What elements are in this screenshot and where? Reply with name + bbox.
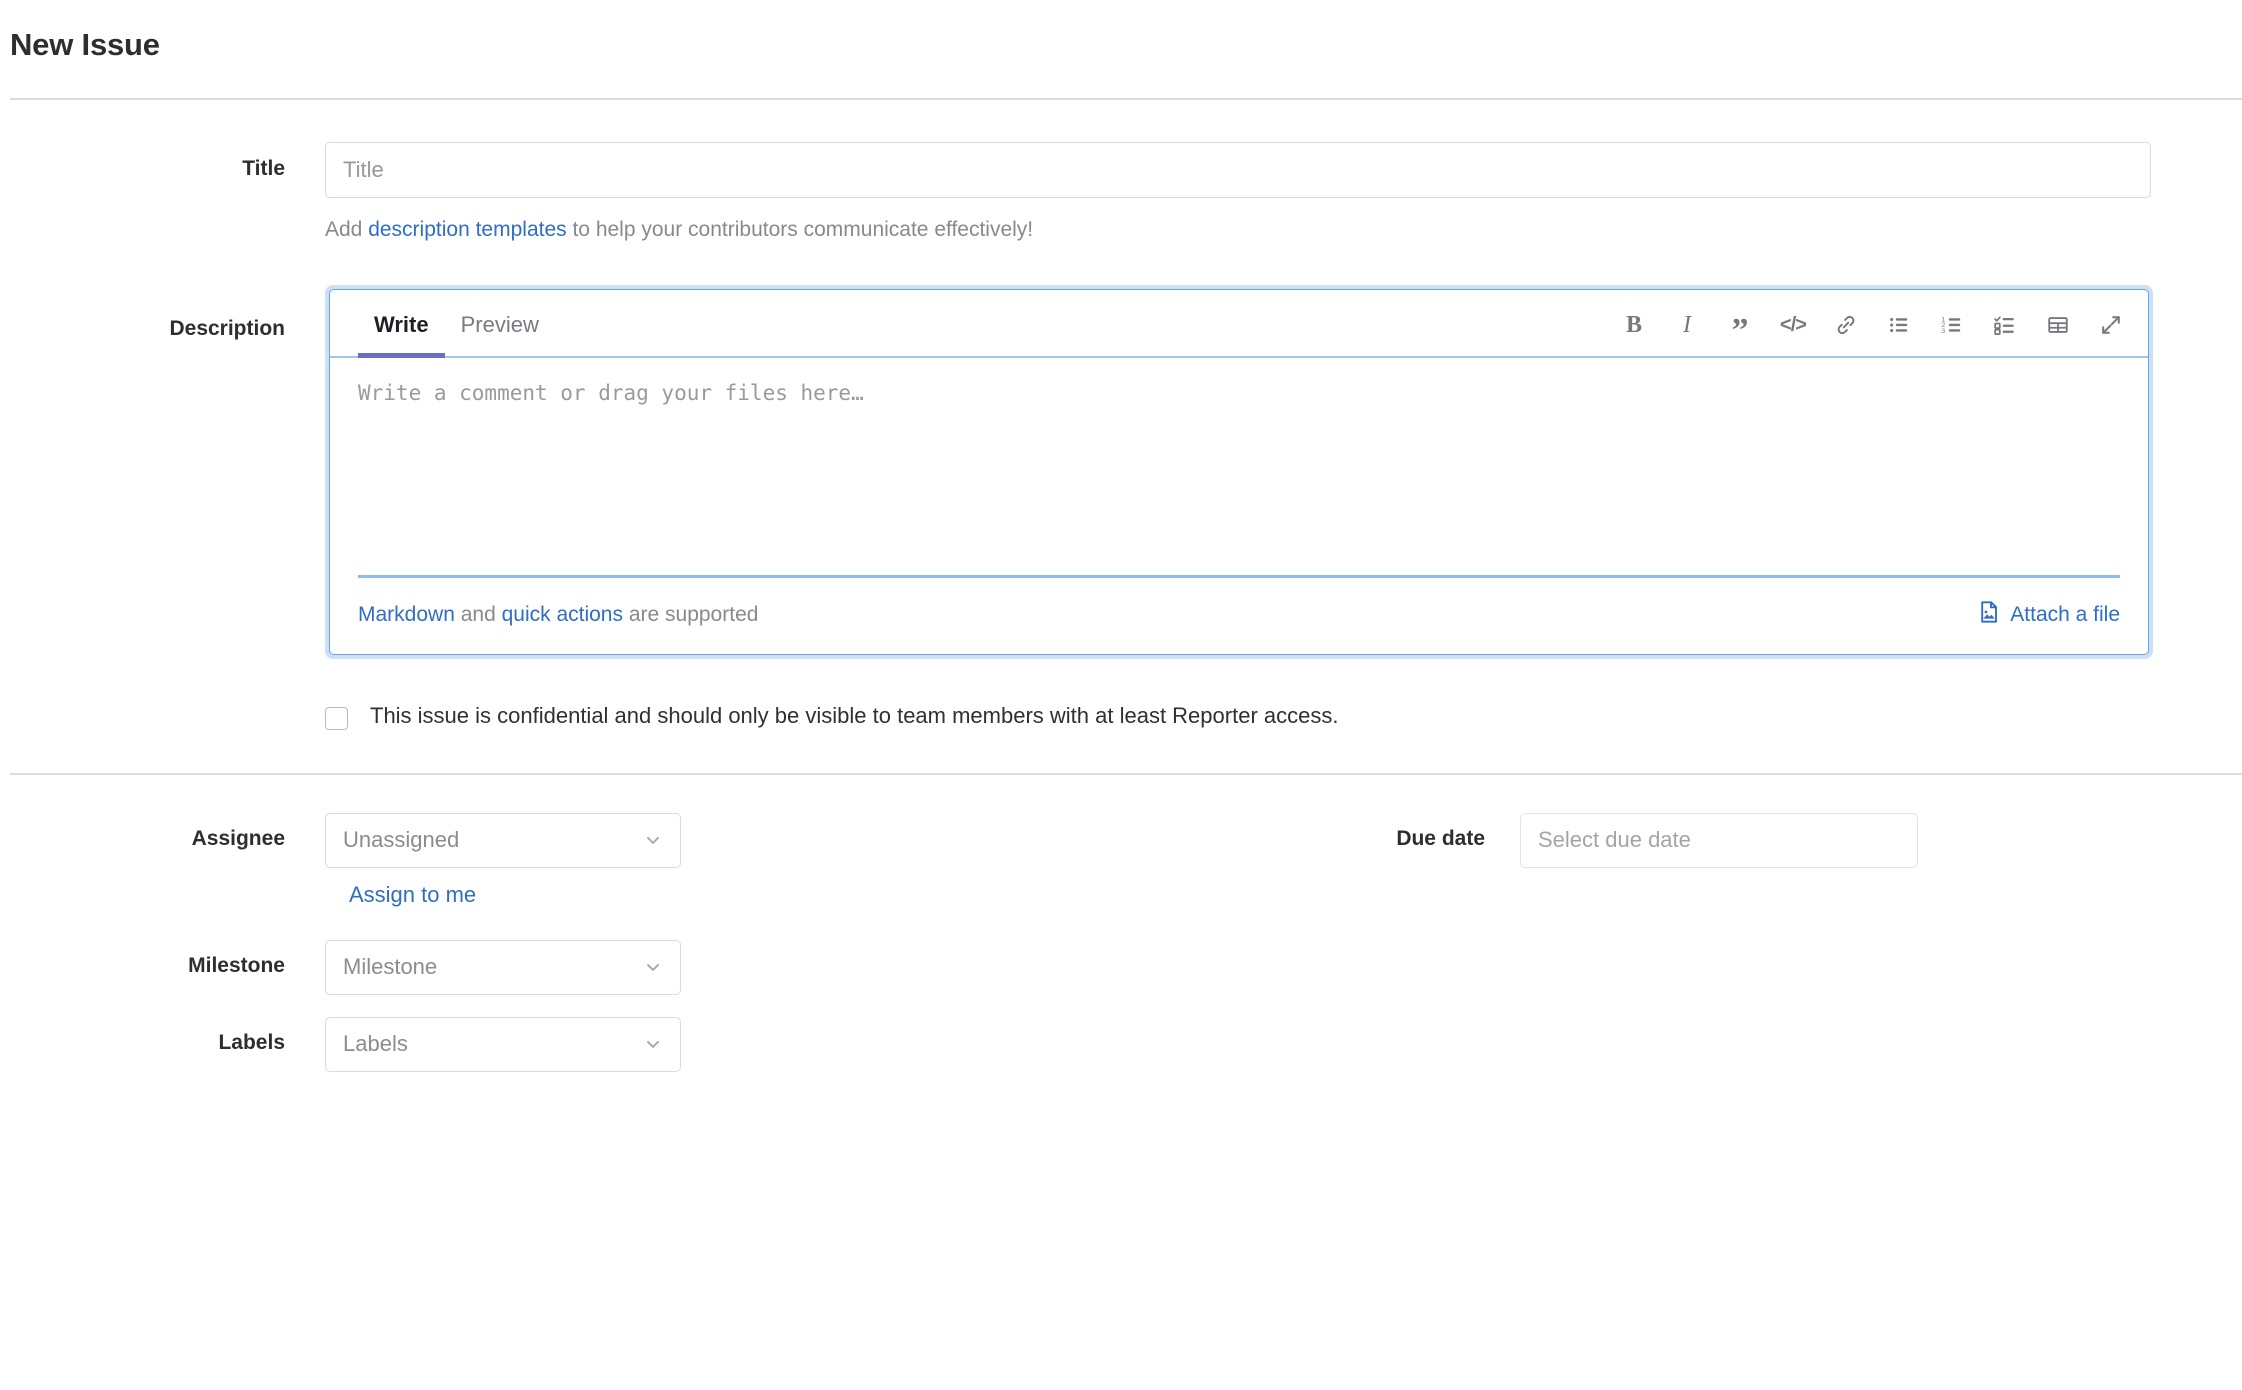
bullet-list-icon[interactable] xyxy=(1884,310,1914,340)
markdown-editor-focus-ring: Write Preview B I ” </> 1 2 3 Write a co… xyxy=(325,285,2153,659)
title-input[interactable] xyxy=(325,142,2151,199)
table-icon[interactable] xyxy=(2043,310,2073,340)
tab-preview[interactable]: Preview xyxy=(445,290,555,357)
due-date-row: Due date xyxy=(1100,812,2242,868)
issue-metadata-section: Assignee Unassigned Assign to me Milesto… xyxy=(0,812,2242,1094)
labels-field-group: Labels xyxy=(325,1016,681,1072)
task-list-icon[interactable] xyxy=(1990,310,2020,340)
markdown-editor: Write Preview B I ” </> 1 2 3 Write a co… xyxy=(329,289,2149,655)
svg-text:3: 3 xyxy=(1941,328,1945,335)
assignee-dropdown[interactable]: Unassigned xyxy=(325,812,681,868)
confidential-checkbox[interactable] xyxy=(325,706,348,730)
markdown-supported-text: are supported xyxy=(623,603,759,627)
due-date-label: Due date xyxy=(1396,826,1485,850)
chevron-down-icon xyxy=(643,1034,663,1054)
title-label: Title xyxy=(242,157,285,181)
chevron-down-icon xyxy=(643,830,663,850)
assignee-value: Unassigned xyxy=(343,827,460,853)
markdown-editor-header: Write Preview B I ” </> 1 2 3 xyxy=(330,290,2148,358)
description-label: Description xyxy=(169,317,285,341)
milestone-value: Milestone xyxy=(343,954,438,980)
page-header: New Issue xyxy=(0,0,2242,63)
assignee-field-group: Unassigned Assign to me xyxy=(325,812,681,908)
fullscreen-icon[interactable] xyxy=(2096,310,2126,340)
description-field-group: Write Preview B I ” </> 1 2 3 Write a co… xyxy=(325,285,2242,659)
confidential-label[interactable]: This issue is confidential and should on… xyxy=(370,701,1338,731)
quote-icon[interactable]: ” xyxy=(1725,310,1755,348)
markdown-textarea-wrap xyxy=(330,358,2148,575)
markdown-footer: Markdown and quick actions are supported… xyxy=(330,578,2148,654)
attach-file-button[interactable]: Attach a file xyxy=(1977,600,2120,630)
due-date-field-group xyxy=(1520,812,1918,868)
quick-actions-link[interactable]: quick actions xyxy=(502,603,623,626)
milestone-dropdown[interactable]: Milestone xyxy=(325,939,681,995)
title-form-row: Title Add description templates to help … xyxy=(0,142,2242,243)
attach-file-icon xyxy=(1977,600,2001,630)
milestone-label: Milestone xyxy=(188,953,285,977)
description-templates-link[interactable]: description templates xyxy=(368,218,566,241)
labels-label: Labels xyxy=(218,1030,285,1054)
markdown-tabs: Write Preview xyxy=(358,290,555,358)
due-date-input[interactable] xyxy=(1520,812,1918,868)
code-icon[interactable]: </> xyxy=(1778,310,1808,340)
assign-to-me-link[interactable]: Assign to me xyxy=(349,882,476,908)
title-hint-prefix: Add xyxy=(325,218,369,242)
milestone-row: Milestone Milestone xyxy=(0,939,1100,995)
title-hint-suffix: to help your contributors communicate ef… xyxy=(566,218,1034,242)
attach-file-label: Attach a file xyxy=(2010,602,2120,626)
metadata-left-column: Assignee Unassigned Assign to me Milesto… xyxy=(0,812,1100,1094)
description-form-row: Description Write Preview B I ” </> 1 2 … xyxy=(0,285,2242,659)
chevron-down-icon xyxy=(643,957,663,977)
tab-write[interactable]: Write xyxy=(358,290,445,358)
markdown-and-text: and xyxy=(454,603,502,627)
markdown-support-text: Markdown and quick actions are supported xyxy=(358,601,758,628)
assignee-row: Assignee Unassigned Assign to me xyxy=(0,812,1100,908)
assignee-label: Assignee xyxy=(191,826,285,850)
confidential-row: This issue is confidential and should on… xyxy=(0,701,2242,731)
link-icon[interactable] xyxy=(1831,310,1861,340)
description-textarea[interactable] xyxy=(358,377,2120,570)
title-hint: Add description templates to help your c… xyxy=(325,216,2242,243)
numbered-list-icon[interactable]: 1 2 3 xyxy=(1937,310,1967,340)
italic-icon[interactable]: I xyxy=(1672,310,1702,340)
labels-row: Labels Labels xyxy=(0,1016,1100,1072)
bold-icon[interactable]: B xyxy=(1619,310,1649,340)
markdown-toolbar: B I ” </> 1 2 3 xyxy=(1619,310,2126,356)
metadata-right-column: Due date xyxy=(1100,812,2242,1094)
milestone-field-group: Milestone xyxy=(325,939,681,995)
title-field-group: Add description templates to help your c… xyxy=(325,142,2242,243)
section-divider xyxy=(10,772,2242,775)
page-title: New Issue xyxy=(10,27,160,62)
labels-value: Labels xyxy=(343,1031,408,1057)
header-divider xyxy=(10,98,2242,101)
markdown-link[interactable]: Markdown xyxy=(358,603,455,626)
labels-dropdown[interactable]: Labels xyxy=(325,1016,681,1072)
